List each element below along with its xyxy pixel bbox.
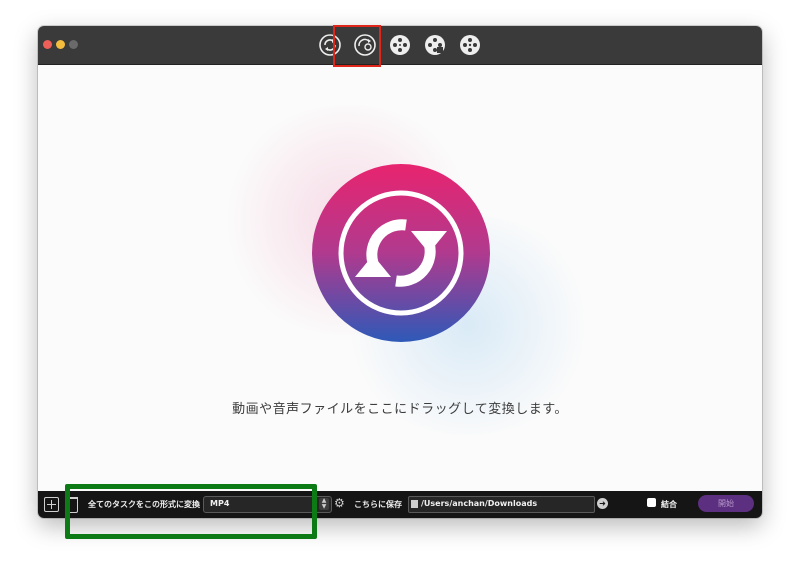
close-window-button[interactable]	[43, 40, 52, 49]
drop-instructions: 動画や音声ファイルをここにドラッグして変換します。	[232, 402, 568, 417]
film-reel-icon[interactable]	[388, 33, 412, 57]
highlight-box-green	[65, 484, 317, 539]
save-path-value: /Users/anchan/Downloads	[421, 499, 538, 508]
merge-checkbox[interactable]	[647, 498, 656, 507]
convert-logo-icon	[311, 163, 491, 343]
titlebar	[38, 26, 762, 65]
folder-icon	[411, 500, 418, 508]
app-window: 動画や音声ファイルをここにドラッグして変換します。 全てのタスクをこの形式に変換…	[38, 26, 762, 518]
film-reel-third-icon[interactable]	[458, 33, 482, 57]
arrow-right-icon[interactable]: ➜	[597, 498, 608, 509]
save-location-label: こちらに保存	[354, 500, 402, 509]
save-path-field[interactable]: /Users/anchan/Downloads	[408, 496, 595, 513]
zoom-window-button[interactable]	[69, 40, 78, 49]
highlight-box-red	[333, 25, 381, 67]
merge-label: 結合	[661, 500, 677, 509]
add-file-icon[interactable]	[44, 497, 59, 512]
chevron-updown-icon: ▲ ▼	[319, 498, 329, 510]
minimize-window-button[interactable]	[56, 40, 65, 49]
drop-area[interactable]: 動画や音声ファイルをここにドラッグして変換します。	[38, 65, 762, 491]
film-reel-alt-icon[interactable]	[423, 33, 447, 57]
start-button[interactable]: 開始	[698, 495, 754, 512]
gear-icon[interactable]: ⚙	[334, 497, 347, 510]
